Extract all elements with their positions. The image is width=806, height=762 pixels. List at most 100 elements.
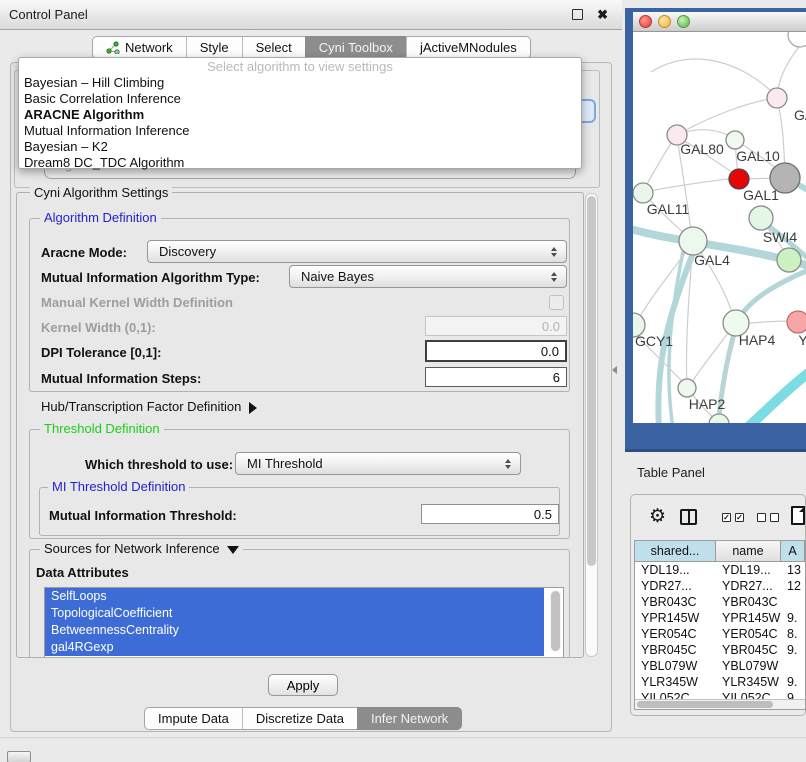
split-collapse-handle[interactable]: [612, 366, 617, 374]
node-partial[interactable]: [788, 32, 806, 47]
apply-button[interactable]: Apply: [268, 674, 338, 696]
column-header-shared-name[interactable]: shared...: [635, 541, 716, 561]
algorithm-option[interactable]: Bayesian – K2: [19, 139, 581, 155]
dpi-tolerance-field[interactable]: 0.0: [425, 340, 567, 362]
column-header-name[interactable]: name: [716, 541, 781, 561]
node-label: HAP2: [689, 396, 726, 412]
minimize-window-icon[interactable]: [658, 15, 671, 28]
node-highlighted-red[interactable]: [729, 169, 749, 189]
sources-toggle[interactable]: Sources for Network Inference: [40, 541, 243, 556]
network-canvas[interactable]: GAL GAL80 GAL10 GAL1 GAL11 SWI4 GAL4 GCY…: [633, 32, 806, 423]
collapsed-panel-button[interactable]: [7, 751, 31, 762]
algorithm-dropdown: Select algorithm to view settings Bayesi…: [18, 57, 582, 169]
column-header-partial[interactable]: A: [781, 541, 805, 561]
table-row[interactable]: YER054CYER054C8.: [635, 626, 805, 642]
node-gal1[interactable]: [749, 206, 773, 230]
mi-steps-label: Mutual Information Steps:: [41, 371, 201, 387]
list-item[interactable]: SelfLoops: [45, 588, 544, 605]
node-label: GAL1: [743, 187, 779, 203]
tab-label: Style: [200, 40, 229, 55]
scrollbar-thumb[interactable]: [637, 701, 773, 708]
aracne-mode-value: Discovery: [148, 244, 547, 259]
table-horizontal-scrollbar[interactable]: [635, 699, 805, 709]
tab-label: Infer Network: [371, 711, 448, 726]
hub-definition-label: Hub/Transcription Factor Definition: [41, 399, 241, 414]
network-view-window: GAL GAL80 GAL10 GAL1 GAL11 SWI4 GAL4 GCY…: [625, 8, 806, 452]
node-gal[interactable]: [767, 88, 787, 108]
tab-discretize-data[interactable]: Discretize Data: [242, 707, 357, 730]
manual-kernel-checkbox[interactable]: [549, 295, 564, 310]
aracne-mode-combo[interactable]: Discovery: [147, 240, 567, 263]
zoom-window-icon[interactable]: [677, 15, 690, 28]
table-row[interactable]: YLR345WYLR345W9.: [635, 674, 805, 690]
which-threshold-value: MI Threshold: [236, 456, 501, 471]
collapsed-arrow-icon: [249, 402, 257, 414]
tab-label: Cyni Toolbox: [319, 40, 393, 55]
node-gal11[interactable]: [633, 183, 653, 203]
kernel-width-field[interactable]: 0.0: [425, 316, 567, 336]
select-all-columns-icon[interactable]: ✓✓: [722, 513, 744, 522]
node-gal10[interactable]: [726, 131, 744, 149]
tab-jactivemnodules[interactable]: jActiveMNodules: [406, 36, 531, 59]
algorithm-option[interactable]: Bayesian – Hill Climbing: [19, 75, 581, 91]
tab-impute-data[interactable]: Impute Data: [144, 707, 242, 730]
tab-network[interactable]: Network: [92, 36, 186, 59]
table-row[interactable]: YDR27...YDR27...12: [635, 578, 805, 594]
table-row[interactable]: YBR043CYBR043C: [635, 594, 805, 610]
node-partial-bottom[interactable]: [709, 414, 729, 423]
export-table-icon[interactable]: [791, 506, 805, 525]
network-graph: GAL GAL80 GAL10 GAL1 GAL11 SWI4 GAL4 GCY…: [633, 32, 806, 423]
algorithm-option[interactable]: Basic Correlation Inference: [19, 91, 581, 107]
mi-threshold-field[interactable]: 0.5: [421, 504, 559, 524]
tab-label: Network: [125, 40, 173, 55]
algorithm-definition-title: Algorithm Definition: [40, 210, 161, 225]
gear-icon[interactable]: ⚙: [649, 506, 666, 528]
algorithm-option-selected[interactable]: ARACNE Algorithm: [19, 107, 581, 123]
settings-scrollbar[interactable]: [585, 193, 598, 657]
tab-cyni-toolbox[interactable]: Cyni Toolbox: [305, 36, 406, 59]
which-threshold-combo[interactable]: MI Threshold: [235, 452, 521, 475]
tab-infer-network[interactable]: Infer Network: [357, 707, 462, 730]
table-body: YDL19...YDL19...13 YDR27...YDR27...12 YB…: [635, 562, 805, 700]
close-window-icon[interactable]: [639, 15, 652, 28]
table-row[interactable]: YBL079WYBL079W: [635, 658, 805, 674]
list-item[interactable]: BetweennessCentrality: [45, 622, 544, 639]
node-hap2[interactable]: [678, 379, 696, 397]
table-row[interactable]: YBR045CYBR045C9.: [635, 642, 805, 658]
data-attributes-label: Data Attributes: [36, 565, 129, 581]
list-item[interactable]: gal4RGexp: [45, 639, 544, 656]
tab-select[interactable]: Select: [242, 36, 305, 59]
table-row[interactable]: YPR145WYPR145W9.: [635, 610, 805, 626]
scrollbar-thumb[interactable]: [587, 196, 596, 566]
mi-type-value: Naive Bayes: [290, 269, 547, 284]
mi-type-combo[interactable]: Naive Bayes: [289, 265, 567, 288]
deselect-all-columns-icon[interactable]: [757, 513, 779, 522]
highlighted-edge: [745, 368, 806, 423]
combo-stepper-icon: [547, 247, 561, 257]
hub-definition-toggle[interactable]: Hub/Transcription Factor Definition: [41, 399, 257, 415]
tab-label: Discretize Data: [256, 711, 344, 726]
aracne-mode-label: Aracne Mode:: [41, 245, 127, 261]
node-swi4[interactable]: [777, 248, 801, 272]
which-threshold-label: Which threshold to use:: [85, 457, 233, 473]
cyni-algorithm-settings-group: Cyni Algorithm Settings Algorithm Defini…: [16, 192, 584, 658]
control-panel-titlebar: Control Panel ✖: [0, 0, 622, 30]
threshold-definition-title: Threshold Definition: [40, 421, 164, 436]
node-gal4[interactable]: [679, 227, 707, 255]
tab-style[interactable]: Style: [186, 36, 242, 59]
algorithm-option[interactable]: Mutual Information Inference: [19, 123, 581, 139]
list-item[interactable]: TopologicalCoefficient: [45, 605, 544, 622]
list-scrollbar[interactable]: [550, 590, 561, 652]
float-window-icon[interactable]: [572, 9, 583, 20]
network-icon: [106, 41, 120, 54]
mi-steps-field[interactable]: 6: [425, 367, 567, 387]
algorithm-option[interactable]: Dream8 DC_TDC Algorithm: [19, 155, 581, 171]
show-columns-icon[interactable]: [680, 509, 697, 525]
node-y[interactable]: [787, 311, 806, 333]
dropdown-prompt: Select algorithm to view settings: [19, 59, 581, 75]
table-row[interactable]: YDL19...YDL19...13: [635, 562, 805, 578]
tab-label: Impute Data: [158, 711, 229, 726]
mi-type-label: Mutual Information Algorithm Type:: [41, 270, 260, 286]
close-icon[interactable]: ✖: [597, 9, 608, 20]
node-label: GAL11: [647, 201, 690, 217]
